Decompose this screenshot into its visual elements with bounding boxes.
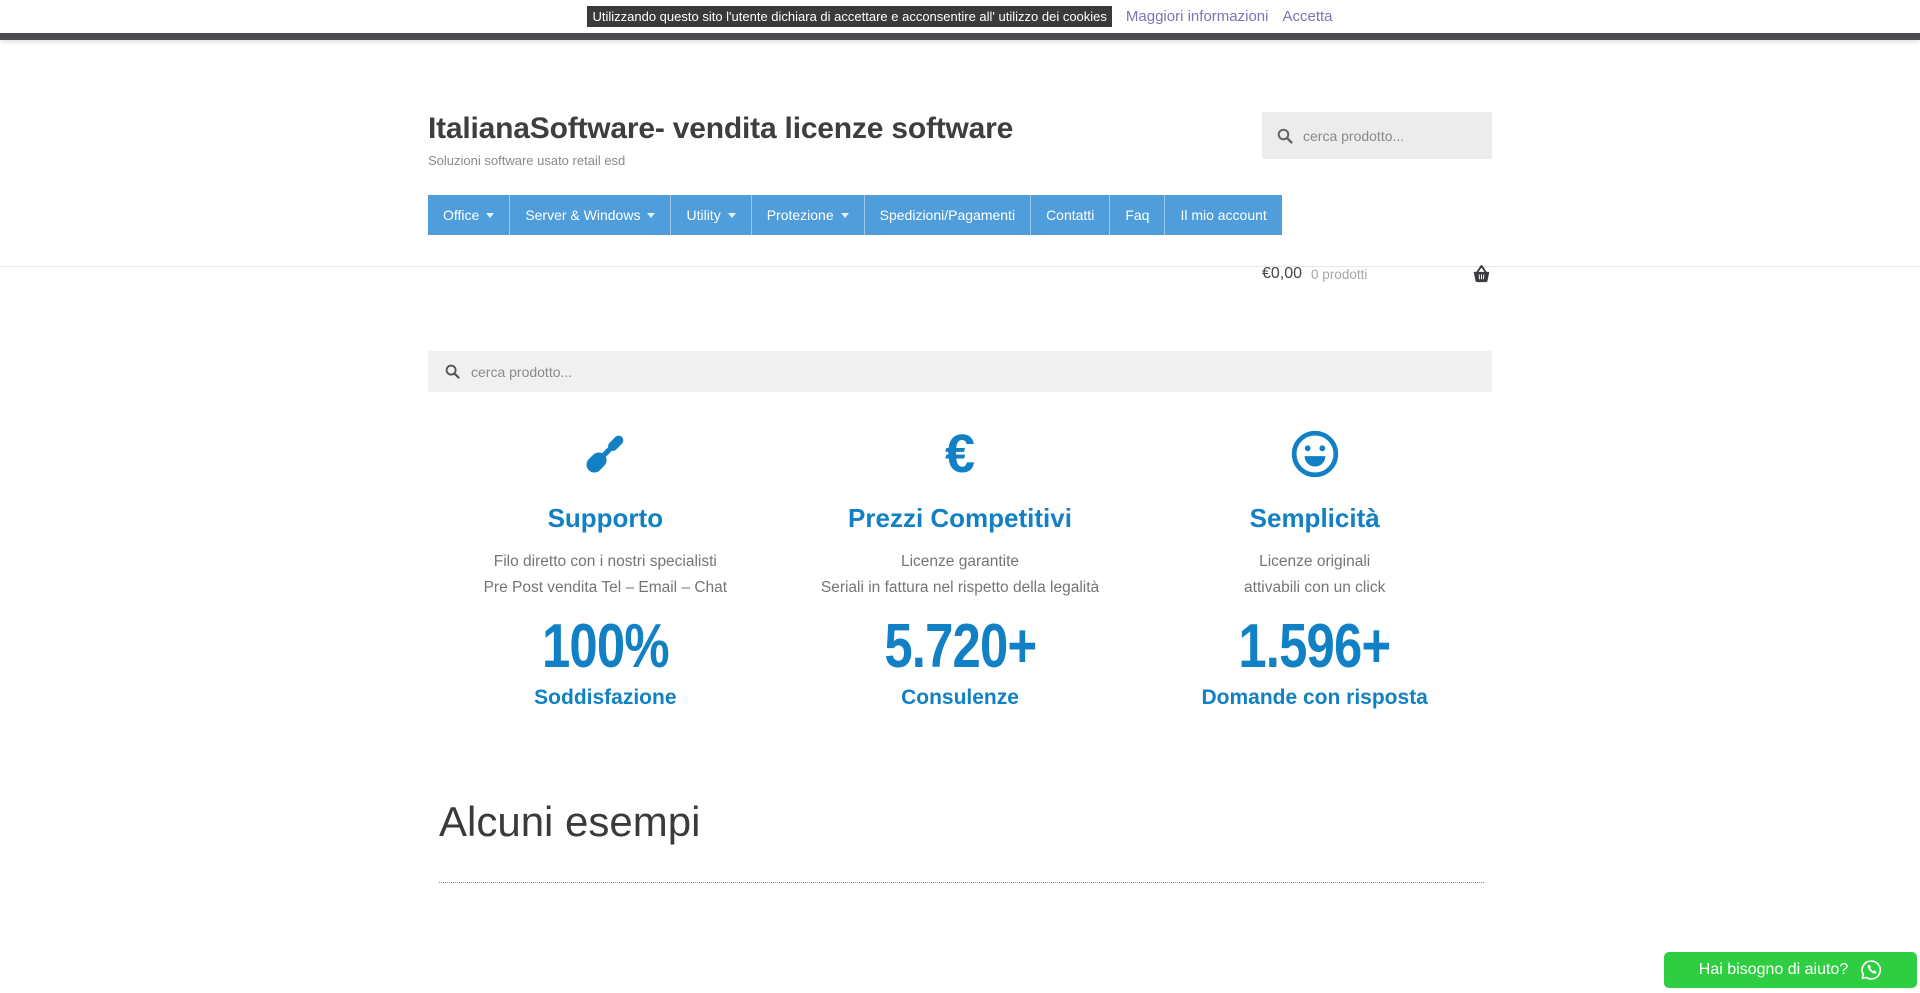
feature-line: Filo diretto con i nostri specialisti <box>428 549 783 575</box>
main-navigation: Office Server & Windows Utility Protezio… <box>428 195 1282 235</box>
nav-item-server-windows[interactable]: Server & Windows <box>510 195 671 235</box>
feature-stat: 5.720+ <box>815 611 1106 682</box>
header-search-placeholder: cerca prodotto... <box>1303 128 1404 144</box>
feature-title: Supporto <box>428 503 783 534</box>
nav-item-utility[interactable]: Utility <box>671 195 751 235</box>
chevron-down-icon <box>647 213 655 218</box>
feature-stat: 100% <box>460 611 751 682</box>
basket-icon[interactable] <box>1471 264 1492 284</box>
feature-stat: 1.596+ <box>1169 611 1460 682</box>
nav-item-office[interactable]: Office <box>428 195 510 235</box>
feature-title: Semplicità <box>1137 503 1492 534</box>
cookie-accept-button[interactable]: Accetta <box>1282 8 1332 25</box>
cookie-bar: Utilizzando questo sito l'utente dichiar… <box>0 0 1920 33</box>
euro-icon: € <box>945 429 975 479</box>
cart-item-count: 0 prodotti <box>1311 267 1367 282</box>
search-icon <box>445 364 460 379</box>
cart-summary[interactable]: €0,00 0 prodotti <box>1262 264 1492 284</box>
chevron-down-icon <box>841 213 849 218</box>
feature-stat-label: Soddisfazione <box>428 686 783 710</box>
feature-semplicita: Semplicità Licenze originali attivabili … <box>1137 429 1492 710</box>
top-divider-bar <box>0 33 1920 40</box>
feature-prezzi-competitivi: € Prezzi Competitivi Licenze garantite S… <box>783 429 1138 710</box>
nav-item-il-mio-account[interactable]: Il mio account <box>1165 195 1281 235</box>
search-icon <box>1277 128 1293 144</box>
smiley-icon <box>1290 429 1340 479</box>
feature-title: Prezzi Competitivi <box>783 503 1138 534</box>
chevron-down-icon <box>486 213 494 218</box>
main-search-input[interactable]: cerca prodotto... <box>428 351 1492 392</box>
nav-item-contatti[interactable]: Contatti <box>1031 195 1110 235</box>
header-search-input[interactable]: cerca prodotto... <box>1262 112 1492 159</box>
screwdriver-icon <box>580 429 630 479</box>
cart-total: €0,00 <box>1262 265 1302 283</box>
nav-item-spedizioni-pagamenti[interactable]: Spedizioni/Pagamenti <box>865 195 1031 235</box>
main-search-placeholder: cerca prodotto... <box>471 364 572 380</box>
chevron-down-icon <box>728 213 736 218</box>
whatsapp-icon <box>1860 959 1882 981</box>
features-section: Supporto Filo diretto con i nostri speci… <box>428 429 1492 710</box>
dotted-divider <box>439 882 1484 883</box>
section-title-alcuni-esempi: Alcuni esempi <box>439 798 1492 846</box>
nav-item-faq[interactable]: Faq <box>1110 195 1165 235</box>
feature-line: Seriali in fattura nel rispetto della le… <box>783 575 1138 601</box>
feature-line: attivabili con un click <box>1137 575 1492 601</box>
feature-line: Licenze garantite <box>783 549 1138 575</box>
feature-line: Licenze originali <box>1137 549 1492 575</box>
whatsapp-chat-button[interactable]: Hai bisogno di aiuto? <box>1664 952 1917 988</box>
main-content: cerca prodotto... Supporto Filo diretto … <box>0 351 1920 883</box>
nav-item-protezione[interactable]: Protezione <box>752 195 865 235</box>
cookie-message: Utilizzando questo sito l'utente dichiar… <box>587 6 1111 27</box>
site-header: ItalianaSoftware- vendita licenze softwa… <box>0 40 1920 267</box>
whatsapp-chat-label: Hai bisogno di aiuto? <box>1699 961 1848 979</box>
feature-stat-label: Consulenze <box>783 686 1138 710</box>
feature-supporto: Supporto Filo diretto con i nostri speci… <box>428 429 783 710</box>
cookie-more-info-link[interactable]: Maggiori informazioni <box>1126 8 1269 25</box>
feature-line: Pre Post vendita Tel – Email – Chat <box>428 575 783 601</box>
feature-stat-label: Domande con risposta <box>1137 686 1492 710</box>
